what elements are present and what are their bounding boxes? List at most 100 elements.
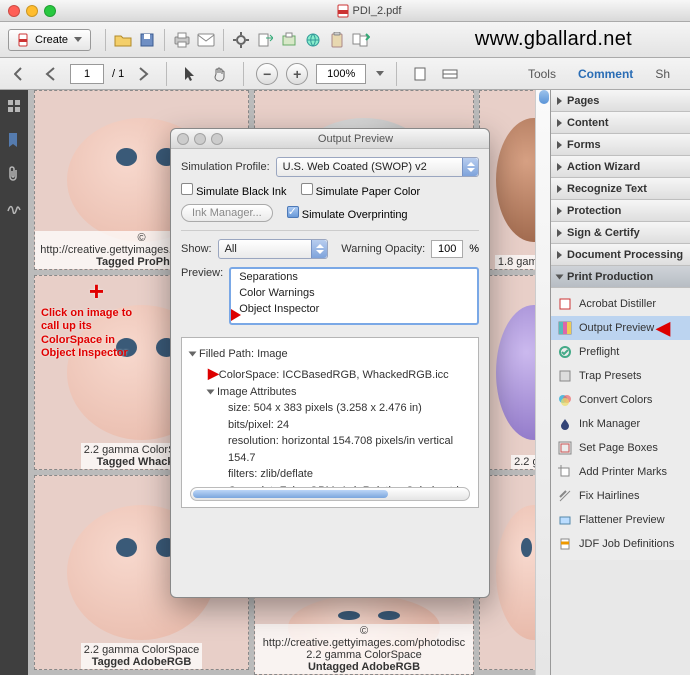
nav-toolbar: 1 / 1 − + 100% Tools Comment Sh bbox=[0, 58, 690, 90]
vertical-scrollbar[interactable] bbox=[535, 90, 551, 675]
preview-listbox[interactable]: Separations Color Warnings Object Inspec… bbox=[229, 267, 479, 325]
right-panel: Pages Content Forms Action Wizard Recogn… bbox=[550, 90, 690, 675]
select-tool-icon[interactable] bbox=[179, 63, 201, 85]
pp-jdf[interactable]: JDF Job Definitions bbox=[551, 532, 690, 556]
accordion-sign-certify[interactable]: Sign & Certify bbox=[551, 222, 690, 244]
file-icons bbox=[101, 29, 372, 51]
zoom-in-button[interactable]: + bbox=[286, 63, 308, 85]
accordion-print-production[interactable]: Print Production bbox=[551, 266, 690, 288]
save-icon[interactable] bbox=[136, 29, 158, 51]
simulate-paper-color-checkbox[interactable]: Simulate Paper Color bbox=[301, 183, 421, 198]
accordion-action-wizard[interactable]: Action Wizard bbox=[551, 156, 690, 178]
warning-opacity-unit: % bbox=[469, 243, 479, 255]
minimize-icon[interactable] bbox=[26, 5, 38, 17]
preview-opt-separations[interactable]: Separations bbox=[231, 269, 477, 285]
pp-output-preview[interactable]: Output Preview◀ bbox=[551, 316, 690, 340]
pdf-icon bbox=[337, 4, 349, 18]
fit-page-icon[interactable] bbox=[409, 63, 431, 85]
object-inspector-detail[interactable]: Filled Path: Image ▶ColorSpace: ICCBased… bbox=[181, 337, 479, 508]
detail-attrs-label: Image Attributes bbox=[217, 386, 297, 398]
page-input[interactable]: 1 bbox=[70, 64, 104, 84]
pp-set-page-boxes[interactable]: Set Page Boxes bbox=[551, 436, 690, 460]
tab-comment[interactable]: Comment bbox=[568, 63, 643, 85]
detail-colorspace: ColorSpace: ICCBasedRGB, WhackedRGB.icc bbox=[219, 369, 449, 381]
show-label: Show: bbox=[181, 243, 212, 255]
preview-opt-color-warnings[interactable]: Color Warnings bbox=[231, 285, 477, 301]
scan-icon[interactable] bbox=[278, 29, 300, 51]
create-label: Create bbox=[35, 34, 68, 46]
chevron-down-icon bbox=[74, 37, 82, 42]
tab-tools[interactable]: Tools bbox=[518, 63, 566, 85]
gear-icon[interactable] bbox=[230, 29, 252, 51]
zoom-out-button[interactable]: − bbox=[256, 63, 278, 85]
pp-trap-presets[interactable]: Trap Presets bbox=[551, 364, 690, 388]
output-preview-titlebar[interactable]: Output Preview bbox=[171, 129, 489, 149]
first-page-icon[interactable] bbox=[10, 63, 32, 85]
zoom-dropdown-icon[interactable] bbox=[376, 71, 384, 76]
horizontal-scrollbar[interactable] bbox=[190, 487, 470, 501]
pp-add-printer-marks[interactable]: Add Printer Marks bbox=[551, 460, 690, 484]
web-icon[interactable] bbox=[302, 29, 324, 51]
hand-tool-icon[interactable] bbox=[209, 63, 231, 85]
create-button[interactable]: Create bbox=[8, 29, 91, 51]
open-icon[interactable] bbox=[112, 29, 134, 51]
detail-bits: bits/pixel: 24 bbox=[190, 417, 470, 434]
clipboard-icon[interactable] bbox=[326, 29, 348, 51]
page-total: / 1 bbox=[112, 68, 124, 80]
detail-resolution: resolution: horizontal 154.708 pixels/in… bbox=[190, 433, 470, 466]
tab-share[interactable]: Sh bbox=[645, 63, 680, 85]
print-icon[interactable] bbox=[171, 29, 193, 51]
pp-fix-hairlines[interactable]: Fix Hairlines bbox=[551, 484, 690, 508]
preview-opt-object-inspector[interactable]: Object Inspector bbox=[231, 301, 477, 317]
warning-opacity-label: Warning Opacity: bbox=[341, 243, 425, 255]
export-icon[interactable] bbox=[254, 29, 276, 51]
accordion-content[interactable]: Content bbox=[551, 112, 690, 134]
main-toolbar: Create www.gballard.net bbox=[0, 22, 690, 58]
arrow-icon: ◀ bbox=[656, 318, 670, 339]
next-page-icon[interactable] bbox=[132, 63, 154, 85]
fit-width-icon[interactable] bbox=[439, 63, 461, 85]
accordion-doc-processing[interactable]: Document Processing bbox=[551, 244, 690, 266]
thumbnails-icon[interactable] bbox=[6, 98, 22, 114]
image-caption: © http://creative.gettyimages.com/photod… bbox=[255, 624, 473, 674]
left-nav-strip bbox=[0, 90, 28, 675]
overlay-instructions: + Click on image to call up its ColorSpa… bbox=[35, 276, 138, 360]
sim-profile-select[interactable]: U.S. Web Coated (SWOP) v2 bbox=[276, 157, 479, 177]
pp-acrobat-distiller[interactable]: Acrobat Distiller bbox=[551, 292, 690, 316]
minimize-icon[interactable] bbox=[194, 133, 206, 145]
accordion-protection[interactable]: Protection bbox=[551, 200, 690, 222]
close-icon[interactable] bbox=[8, 5, 20, 17]
pp-convert-colors[interactable]: Convert Colors bbox=[551, 388, 690, 412]
attach-icon[interactable] bbox=[6, 166, 22, 182]
pp-flattener-preview[interactable]: Flattener Preview bbox=[551, 508, 690, 532]
pp-preflight[interactable]: Preflight bbox=[551, 340, 690, 364]
window-title: PDI_2.pdf bbox=[56, 4, 682, 18]
accordion-pages[interactable]: Pages bbox=[551, 90, 690, 112]
ink-manager-button[interactable]: Ink Manager... bbox=[181, 204, 273, 222]
prev-page-icon[interactable] bbox=[40, 63, 62, 85]
arrow-icon: ▶ bbox=[208, 365, 219, 381]
window-title-text: PDI_2.pdf bbox=[353, 5, 402, 17]
accordion-recognize-text[interactable]: Recognize Text bbox=[551, 178, 690, 200]
simulate-black-ink-checkbox[interactable]: Simulate Black Ink bbox=[181, 183, 287, 198]
pp-ink-manager[interactable]: Ink Manager bbox=[551, 412, 690, 436]
detail-size: size: 504 x 383 pixels (3.258 x 2.476 in… bbox=[190, 400, 470, 417]
signature-icon[interactable] bbox=[6, 200, 22, 216]
window-title-bar: PDI_2.pdf bbox=[0, 0, 690, 22]
output-preview-window: Output Preview Simulation Profile: U.S. … bbox=[170, 128, 490, 598]
close-icon[interactable] bbox=[177, 133, 189, 145]
simulate-overprinting-checkbox[interactable]: Simulate Overprinting bbox=[287, 206, 408, 221]
detail-filters: filters: zlib/deflate bbox=[190, 466, 470, 483]
mail-icon[interactable] bbox=[195, 29, 217, 51]
show-select[interactable]: All bbox=[218, 239, 328, 259]
warning-opacity-input[interactable]: 100 bbox=[431, 240, 463, 258]
zoom-icon[interactable] bbox=[44, 5, 56, 17]
accordion-forms[interactable]: Forms bbox=[551, 134, 690, 156]
arrow-icon bbox=[231, 309, 241, 321]
zoom-icon[interactable] bbox=[211, 133, 223, 145]
url-text: www.gballard.net bbox=[475, 28, 632, 51]
zoom-input[interactable]: 100% bbox=[316, 64, 366, 84]
bookmark-icon[interactable] bbox=[6, 132, 22, 148]
output-preview-title: Output Preview bbox=[228, 133, 483, 145]
combine-icon[interactable] bbox=[350, 29, 372, 51]
